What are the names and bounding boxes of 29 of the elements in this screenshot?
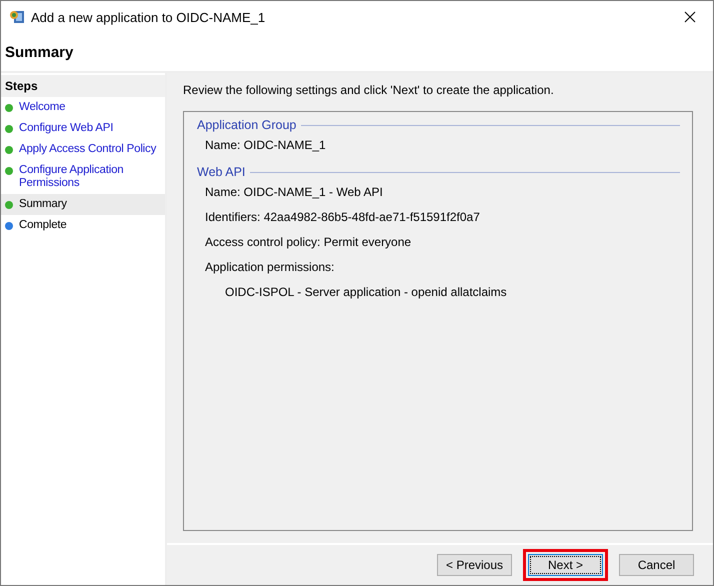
status-dot xyxy=(5,125,13,133)
summary-line: Name: OIDC-NAME_1 - Web API xyxy=(204,185,384,199)
status-dot xyxy=(5,201,13,209)
summary-line: Application permissions: xyxy=(204,260,336,274)
status-dot xyxy=(5,146,13,154)
app-icon xyxy=(9,9,25,25)
summary-line: Identifiers: 42aa4982-86b5-48fd-ae71-f51591f2f0a7 xyxy=(204,210,481,224)
close-icon xyxy=(684,11,696,23)
status-dot xyxy=(5,104,13,112)
section-title: Web API xyxy=(197,165,246,179)
step-item[interactable]: Summary xyxy=(1,194,165,215)
summary-line: Access control policy: Permit everyone xyxy=(204,235,412,249)
step-item[interactable]: Apply Access Control Policy xyxy=(1,139,165,160)
steps-heading: Steps xyxy=(1,75,165,97)
step-item[interactable]: Complete xyxy=(1,215,165,236)
status-dot xyxy=(5,167,13,175)
summary-line: Name: OIDC-NAME_1 xyxy=(204,138,327,152)
step-item[interactable]: Configure Application Permissions xyxy=(1,160,165,194)
wizard-button[interactable]: Next > xyxy=(528,554,603,576)
window-title: Add a new application to OIDC-NAME_1 xyxy=(31,10,266,24)
step-item[interactable]: Welcome xyxy=(1,97,165,118)
step-item[interactable]: Configure Web API xyxy=(1,118,165,139)
intro-text: Review the following settings and click 'Next' to create the application. xyxy=(183,83,555,97)
wizard-button[interactable]: < Previous xyxy=(437,554,512,576)
section-title: Application Group xyxy=(197,118,296,132)
wizard-button[interactable]: Cancel xyxy=(619,554,694,576)
status-dot xyxy=(5,222,13,230)
summary-line: OIDC-ISPOL - Server application - openid allatclaims xyxy=(224,285,508,299)
page-title: Summary xyxy=(5,44,74,60)
